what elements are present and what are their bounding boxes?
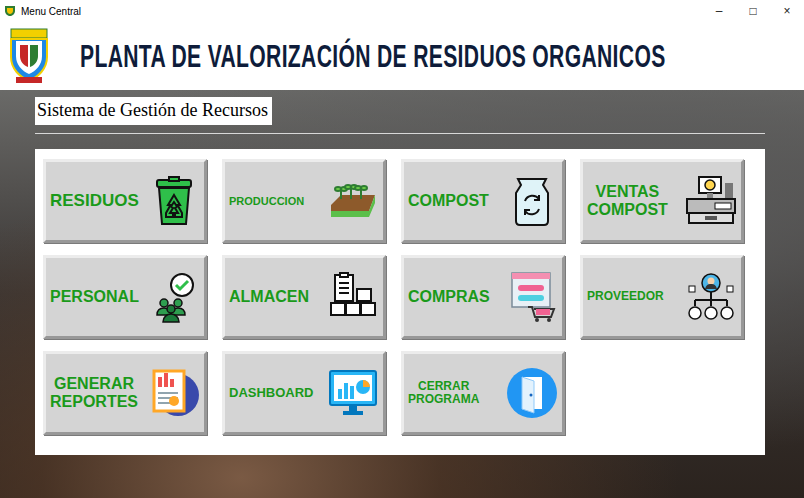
personal-button[interactable]: PERSONAL bbox=[43, 255, 207, 339]
background-photo: Sistema de Gestión de Recursos RESIDUOS PR… bbox=[0, 90, 804, 498]
button-label: DASHBOARD bbox=[229, 386, 314, 400]
button-label: RESIDUOS bbox=[50, 192, 139, 211]
generar-reportes-button[interactable]: GENERAR REPORTES bbox=[43, 351, 207, 435]
maximize-button[interactable]: □ bbox=[736, 4, 770, 18]
ventas-compost-button[interactable]: VENTAS COMPOST bbox=[580, 159, 744, 243]
separator bbox=[35, 133, 765, 134]
cerrar-programa-button[interactable]: CERRAR PROGRAMA bbox=[401, 351, 565, 435]
button-label: PRODUCCION bbox=[229, 195, 304, 207]
recycle-bin-icon bbox=[148, 175, 200, 227]
staff-approval-icon bbox=[148, 271, 200, 323]
online-shopping-icon bbox=[506, 271, 558, 323]
header: PLANTA DE VALORIZACIÓN DE RESIDUOS ORGAN… bbox=[0, 22, 804, 90]
compras-button[interactable]: COMPRAS bbox=[401, 255, 565, 339]
button-label: GENERAR REPORTES bbox=[50, 375, 138, 410]
close-button[interactable]: × bbox=[770, 4, 804, 18]
app-icon bbox=[4, 5, 16, 17]
seedling-tray-icon bbox=[327, 175, 379, 227]
menu-panel: RESIDUOS PRODUCCION COMPOST VENTAS COMPOST P… bbox=[35, 149, 765, 455]
dashboard-button[interactable]: DASHBOARD bbox=[222, 351, 386, 435]
cash-register-icon bbox=[685, 175, 737, 227]
compost-bag-icon bbox=[506, 175, 558, 227]
button-label: PERSONAL bbox=[50, 288, 139, 306]
button-label: ALMACEN bbox=[229, 288, 309, 306]
button-label: CERRAR PROGRAMA bbox=[408, 380, 479, 406]
button-label: COMPOST bbox=[408, 192, 489, 210]
button-label: COMPRAS bbox=[408, 288, 490, 306]
app-title: PLANTA DE VALORIZACIÓN DE RESIDUOS ORGAN… bbox=[80, 38, 666, 75]
almacen-button[interactable]: ALMACEN bbox=[222, 255, 386, 339]
minimize-button[interactable]: – bbox=[702, 4, 736, 18]
residuos-button[interactable]: RESIDUOS bbox=[43, 159, 207, 243]
report-document-icon bbox=[148, 367, 200, 419]
compost-button[interactable]: COMPOST bbox=[401, 159, 565, 243]
exit-door-icon bbox=[506, 367, 558, 419]
title-bar: Menu Central–□× bbox=[0, 0, 804, 22]
warehouse-boxes-icon bbox=[327, 271, 379, 323]
window-title: Menu Central bbox=[21, 6, 702, 17]
produccion-button[interactable]: PRODUCCION bbox=[222, 159, 386, 243]
button-label: VENTAS COMPOST bbox=[587, 183, 668, 218]
button-label: PROVEEDOR bbox=[587, 290, 664, 303]
coat-of-arms-logo-icon bbox=[8, 27, 50, 85]
proveedor-button[interactable]: PROVEEDOR bbox=[580, 255, 744, 339]
supplier-network-icon bbox=[685, 271, 737, 323]
dashboard-monitor-icon bbox=[327, 367, 379, 419]
subtitle: Sistema de Gestión de Recursos bbox=[35, 97, 272, 125]
